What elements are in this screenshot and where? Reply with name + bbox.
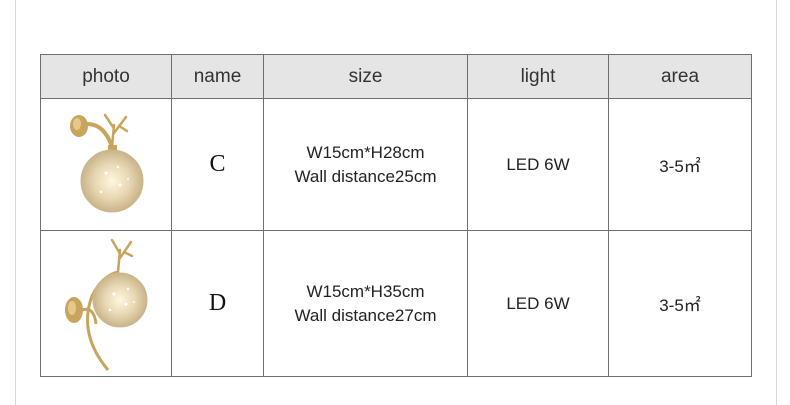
header-photo: photo bbox=[40, 54, 172, 99]
photo-cell bbox=[40, 98, 172, 231]
light-value: LED 6W bbox=[467, 230, 609, 377]
header-area: area bbox=[608, 54, 752, 99]
header-row: photo name size light area bbox=[40, 54, 752, 99]
header-name: name bbox=[171, 54, 264, 99]
left-guide-line bbox=[15, 0, 16, 405]
header-size: size bbox=[263, 54, 468, 99]
photo-cell bbox=[40, 230, 172, 377]
header-light: light bbox=[467, 54, 609, 99]
light-value: LED 6W bbox=[467, 98, 609, 231]
table-row: D W15cm*H35cm Wall distance27cm LED 6W 3… bbox=[40, 230, 752, 377]
size-dimensions: W15cm*H28cm bbox=[306, 142, 425, 162]
size-wall-distance: Wall distance25cm bbox=[294, 166, 437, 186]
product-name: D bbox=[171, 230, 264, 377]
table-row: C W15cm*H28cm Wall distance25cm LED 6W 3… bbox=[40, 98, 752, 231]
size-dimensions: W15cm*H35cm bbox=[306, 281, 425, 301]
antler-globe-wall-lamp-curved-arm-icon bbox=[65, 238, 148, 371]
size-cell: W15cm*H35cm Wall distance27cm bbox=[263, 230, 468, 377]
area-value: 3-5㎡ bbox=[608, 98, 752, 231]
size-cell: W15cm*H28cm Wall distance25cm bbox=[263, 98, 468, 231]
area-value: 3-5㎡ bbox=[608, 230, 752, 377]
spec-table: photo name size light area C W15cm*H28cm… bbox=[40, 54, 752, 377]
antler-globe-wall-lamp-short-arm-icon bbox=[70, 113, 144, 212]
product-name: C bbox=[171, 98, 264, 231]
size-wall-distance: Wall distance27cm bbox=[294, 305, 437, 325]
right-guide-line bbox=[776, 0, 777, 405]
